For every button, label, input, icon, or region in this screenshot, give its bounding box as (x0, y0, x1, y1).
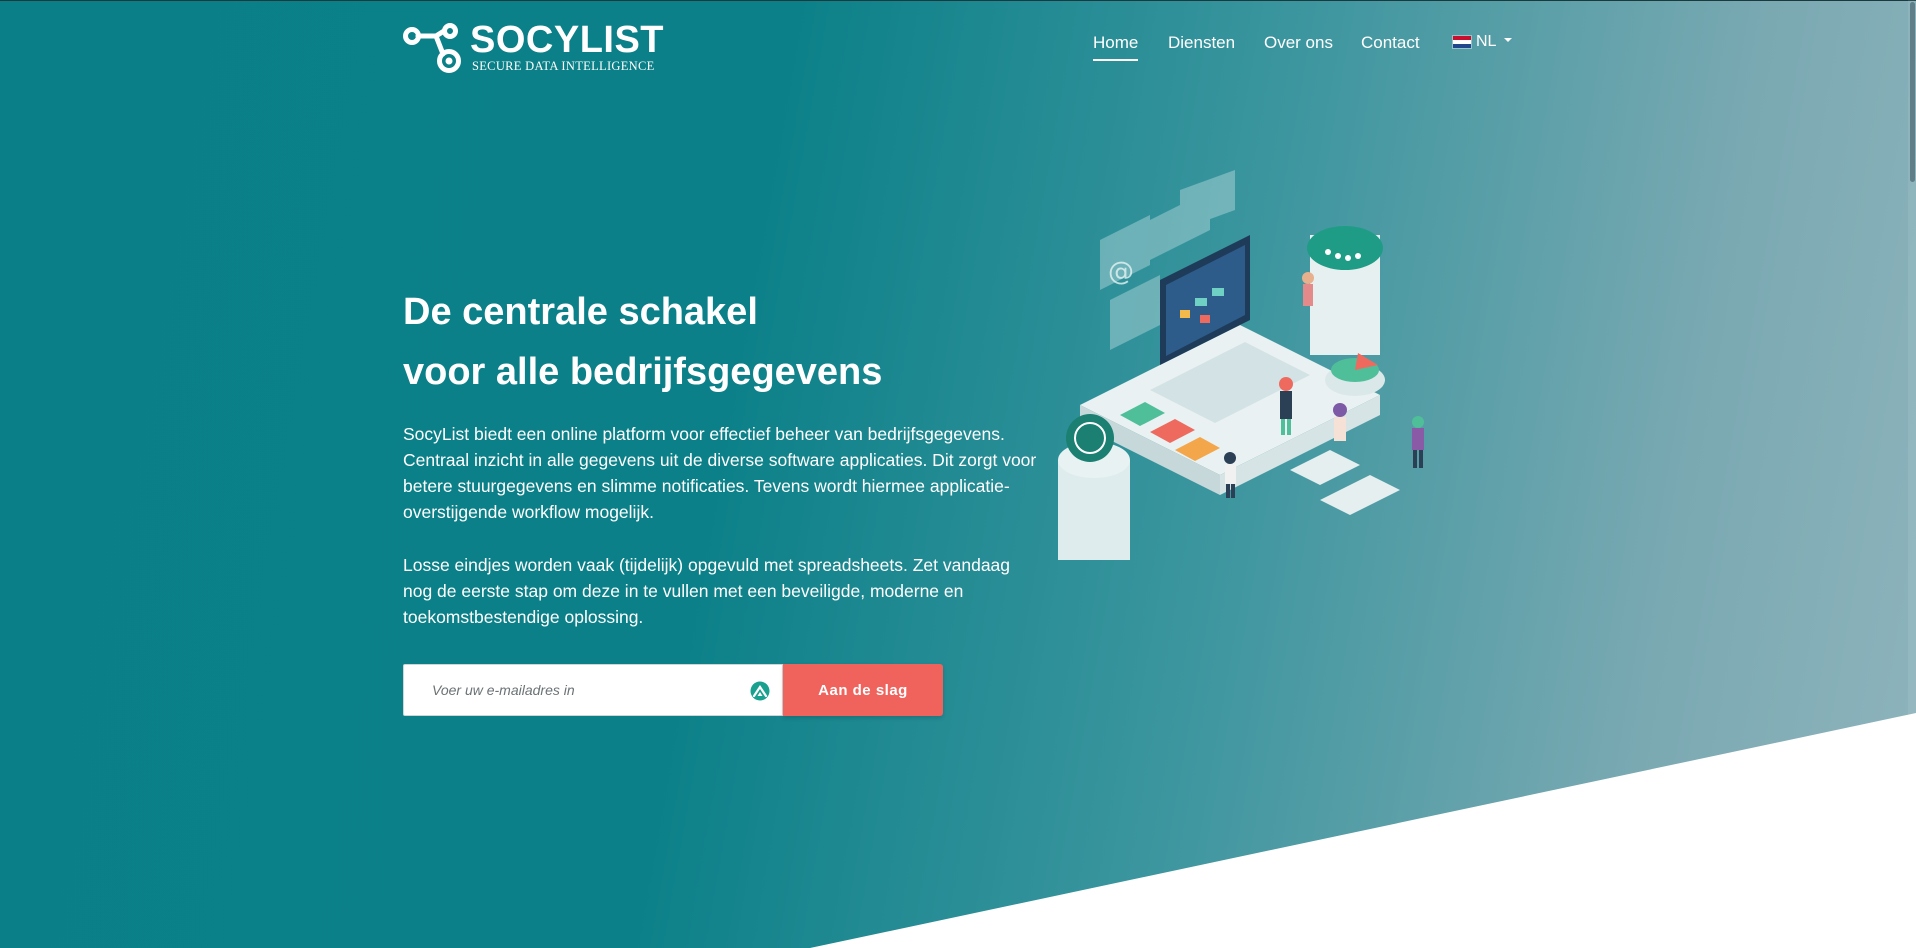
hero-paragraph-2: Losse eindjes worden vaak (tijdelijk) op… (403, 555, 1011, 627)
email-field-wrapper (403, 664, 783, 716)
molecule-link-icon (403, 23, 461, 73)
get-started-button[interactable]: Aan de slag (783, 664, 943, 716)
brand-name: SOCYLIST (470, 19, 665, 61)
isometric-data-platform-illustration: @ (1058, 170, 1424, 560)
netherlands-flag-icon (1452, 35, 1472, 49)
brand-logo[interactable]: SOCYLIST SECURE DATA INTELLIGENCE (402, 18, 664, 78)
scrollbar-thumb[interactable] (1910, 2, 1915, 182)
headline-line-2: voor alle bedrijfsgegevens (403, 351, 883, 393)
page-scrollbar[interactable] (1908, 0, 1916, 948)
top-border (0, 0, 1916, 1)
hero-paragraph-1: SocyList biedt een online platform voor … (403, 424, 1037, 522)
email-input[interactable] (404, 665, 734, 715)
nav-item-diensten[interactable]: Diensten (1168, 33, 1235, 53)
password-manager-icon[interactable] (750, 681, 770, 701)
brand-tagline: SECURE DATA INTELLIGENCE (472, 59, 655, 73)
svg-text:@: @ (1108, 257, 1134, 287)
headline-line-1: De centrale schakel (403, 291, 758, 333)
language-selector[interactable]: NL (1452, 33, 1513, 51)
nav-item-home[interactable]: Home (1093, 33, 1139, 61)
hero-headline: De centrale schakel voor alle bedrijfsge… (403, 282, 1023, 402)
nav-item-contact[interactable]: Contact (1361, 33, 1420, 53)
nav-item-over-ons[interactable]: Over ons (1264, 33, 1333, 53)
language-label: NL (1476, 33, 1497, 50)
chevron-down-icon (1504, 38, 1513, 42)
